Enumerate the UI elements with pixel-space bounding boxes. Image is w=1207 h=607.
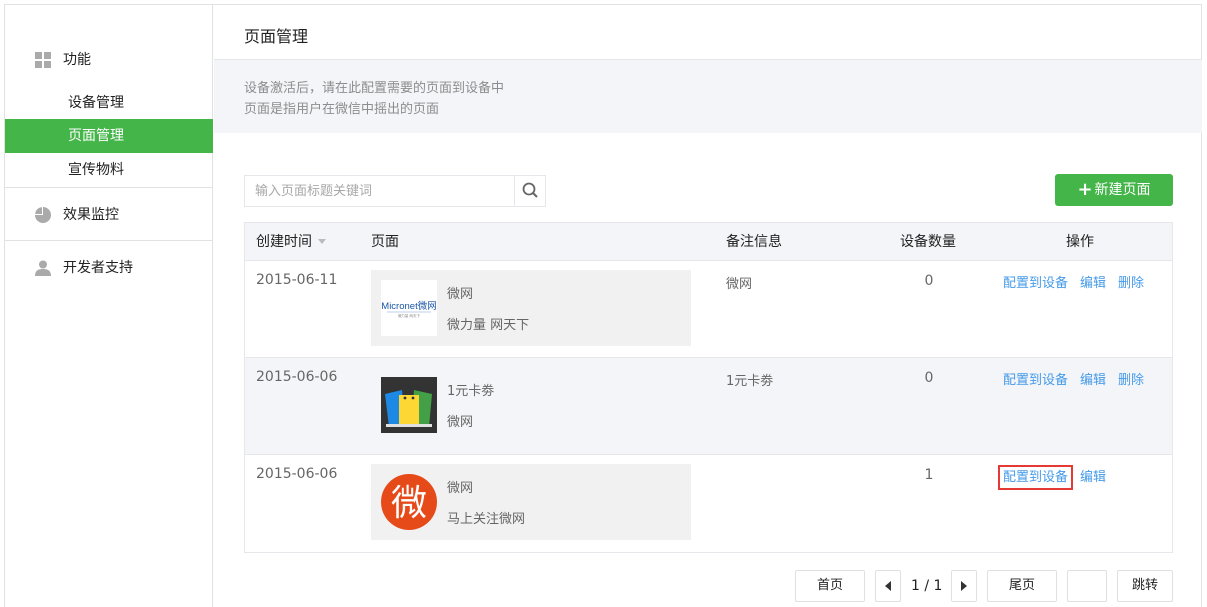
search-box xyxy=(244,175,546,207)
plus-icon: + xyxy=(1077,179,1093,200)
sidebar-item-developer-support[interactable]: 开发者支持 xyxy=(5,253,213,283)
search-button[interactable] xyxy=(514,176,545,206)
remark-text: 1元卡劵 xyxy=(726,374,774,389)
row-actions: 配置到设备 编辑 删除 xyxy=(1003,369,1156,388)
page-thumbnail: Micronet微网 微力量 网天下 xyxy=(381,280,437,336)
created-date: 2015-06-11 xyxy=(256,272,338,288)
delete-link[interactable]: 删除 xyxy=(1118,276,1144,291)
page-jump-input[interactable] xyxy=(1067,570,1107,602)
column-header-created-label: 创建时间 xyxy=(256,234,312,250)
main-content: 页面管理 设备激活后，请在此配置需要的页面到设备中 页面是指用户在微信中摇出的页… xyxy=(214,5,1202,607)
notice-line-1: 设备激活后，请在此配置需要的页面到设备中 xyxy=(244,81,505,96)
remark-text: 微网 xyxy=(726,277,753,292)
micronet-brand: Micronet微网 xyxy=(381,300,436,312)
sidebar-divider xyxy=(5,187,213,188)
device-count: 1 xyxy=(924,467,934,483)
sidebar-item-page-management[interactable]: 页面管理 xyxy=(5,119,213,153)
page-thumbnail: 微 xyxy=(381,474,437,530)
page-card-title: 1元卡劵 xyxy=(447,384,495,399)
table-row: 2015-06-06 微 微网 马上关注微网 1 配置到设备 编辑 xyxy=(245,455,1172,552)
page-card: Micronet微网 微力量 网天下 微网 微力量 网天下 xyxy=(371,270,691,346)
pie-chart-icon xyxy=(35,207,51,223)
new-page-label: 新建页面 xyxy=(1094,182,1151,198)
function-group-label: 功能 xyxy=(63,52,91,68)
pagination: 首页 1 / 1 尾页 跳转 xyxy=(214,570,1202,602)
created-date: 2015-06-06 xyxy=(256,369,338,385)
column-header-device-count: 设备数量 xyxy=(900,234,956,250)
page-card-title: 微网 xyxy=(447,287,474,302)
page-card-desc: 微网 xyxy=(447,415,474,430)
page-card: 1元卡劵 微网 xyxy=(371,367,691,443)
first-page-button[interactable]: 首页 xyxy=(795,570,865,602)
prev-page-button[interactable] xyxy=(875,570,901,602)
column-header-page: 页面 xyxy=(371,234,399,250)
column-header-remark: 备注信息 xyxy=(726,234,782,250)
table-row: 2015-06-11 Micronet微网 微力量 网天下 微网 微力量 网天下… xyxy=(245,261,1172,358)
micronet-tagline: 微力量 网天下 xyxy=(398,313,421,318)
row-actions: 配置到设备 编辑 xyxy=(997,465,1118,490)
table-header: 创建时间 页面 备注信息 设备数量 操作 xyxy=(245,223,1172,261)
function-group-header: 功能 xyxy=(5,45,213,75)
page-title: 页面管理 xyxy=(244,27,309,46)
page-card-title: 微网 xyxy=(447,481,474,496)
developer-support-label: 开发者支持 xyxy=(63,260,133,276)
weiwang-logo-char: 微 xyxy=(391,483,427,524)
column-header-actions: 操作 xyxy=(1066,234,1094,250)
sort-down-icon xyxy=(318,239,326,244)
weiwang-logo: 微 xyxy=(381,474,437,530)
next-page-button[interactable] xyxy=(951,570,977,602)
page-thumbnail xyxy=(381,377,437,433)
new-page-button[interactable]: + 新建页面 xyxy=(1055,174,1173,206)
search-input[interactable] xyxy=(245,176,515,206)
page-indicator: 1 / 1 xyxy=(911,578,943,594)
micronet-logo: Micronet微网 微力量 网天下 xyxy=(381,280,437,336)
device-count: 0 xyxy=(924,273,934,289)
sidebar-item-promo-materials[interactable]: 宣传物料 xyxy=(5,153,213,187)
configure-to-device-link[interactable]: 配置到设备 xyxy=(1003,373,1068,388)
triangle-left-icon xyxy=(885,581,891,591)
search-icon xyxy=(522,182,538,198)
last-page-button[interactable]: 尾页 xyxy=(987,570,1057,602)
jump-button[interactable]: 跳转 xyxy=(1117,570,1173,602)
row-actions: 配置到设备 编辑 删除 xyxy=(1003,272,1156,291)
notice-line-2: 页面是指用户在微信中摇出的页面 xyxy=(244,102,440,117)
page-card-desc: 马上关注微网 xyxy=(447,512,526,527)
triangle-right-icon xyxy=(961,581,967,591)
sidebar-item-effect-monitor[interactable]: 效果监控 xyxy=(5,200,213,230)
sidebar-item-device-management[interactable]: 设备管理 xyxy=(5,86,213,120)
table-row: 2015-06-06 1元卡劵 微网 1元卡劵 0 配置到设备 编辑 删除 xyxy=(245,358,1172,455)
edit-link[interactable]: 编辑 xyxy=(1080,470,1106,485)
notice-panel: 设备激活后，请在此配置需要的页面到设备中 页面是指用户在微信中摇出的页面 xyxy=(214,60,1202,133)
edit-link[interactable]: 编辑 xyxy=(1080,373,1106,388)
created-date: 2015-06-06 xyxy=(256,466,338,482)
edit-link[interactable]: 编辑 xyxy=(1080,276,1106,291)
app-frame: 功能 设备管理 页面管理 宣传物料 效果监控 开发者支持 页面管理 设备激活后，… xyxy=(4,4,1202,607)
configure-to-device-link[interactable]: 配置到设备 xyxy=(1003,276,1068,291)
pages-table: 创建时间 页面 备注信息 设备数量 操作 2015-06-11 Micronet… xyxy=(244,222,1173,553)
card-coupon-icon xyxy=(381,377,437,433)
delete-link[interactable]: 删除 xyxy=(1118,373,1144,388)
page-card: 微 微网 马上关注微网 xyxy=(371,464,691,540)
sidebar: 功能 设备管理 页面管理 宣传物料 效果监控 开发者支持 xyxy=(5,5,213,607)
configure-to-device-link[interactable]: 配置到设备 xyxy=(997,465,1074,490)
column-header-created[interactable]: 创建时间 xyxy=(256,223,326,261)
device-count: 0 xyxy=(924,370,934,386)
effect-monitor-label: 效果监控 xyxy=(63,207,119,223)
user-icon xyxy=(35,260,51,276)
page-card-desc: 微力量 网天下 xyxy=(447,318,530,333)
sidebar-divider xyxy=(5,240,213,241)
grid-icon xyxy=(35,52,51,68)
